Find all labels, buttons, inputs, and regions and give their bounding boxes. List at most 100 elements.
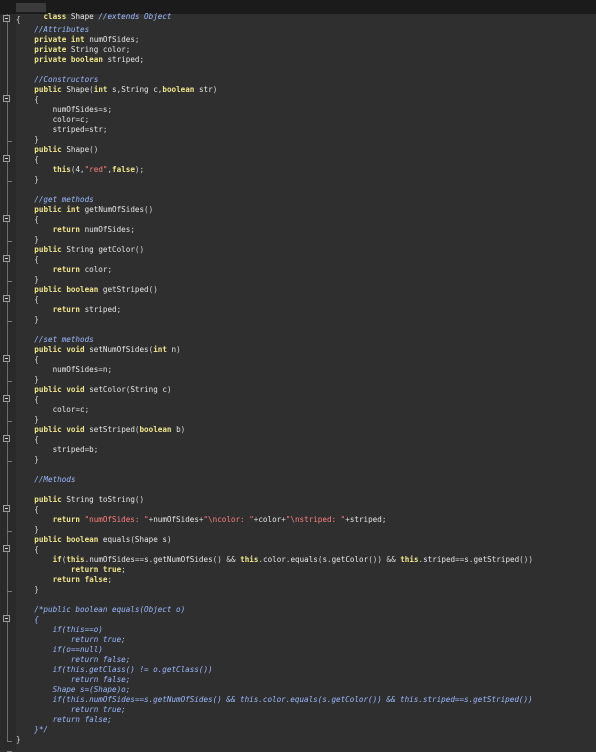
fold-end-marker — [7, 531, 12, 532]
code-line[interactable]: public void setStriped(boolean b) — [16, 425, 596, 435]
code-line[interactable]: striped=str; — [16, 125, 596, 135]
code-line[interactable]: public boolean getStriped() — [16, 285, 596, 295]
fold-end-marker — [7, 141, 12, 142]
code-line[interactable]: { — [16, 435, 596, 445]
code-editor[interactable]: class Shape //extends Object { //Attribu… — [0, 0, 596, 752]
fold-minus-icon[interactable] — [3, 545, 10, 552]
code-line[interactable]: public String getColor() — [16, 245, 596, 255]
editor-top-line: class Shape //extends Object — [0, 0, 596, 21]
fold-minus-icon[interactable] — [3, 155, 10, 162]
code-line[interactable]: }*/ — [16, 725, 596, 735]
code-line[interactable]: if(this==o) — [16, 625, 596, 635]
code-line[interactable]: { — [16, 295, 596, 305]
fold-end-marker — [7, 241, 12, 242]
code-line[interactable]: { — [16, 505, 596, 515]
fold-minus-icon[interactable] — [3, 435, 10, 442]
fold-guide-line — [7, 14, 8, 742]
code-line[interactable]: } — [16, 315, 596, 325]
code-line[interactable]: return true; — [16, 565, 596, 575]
code-line[interactable]: return "numOfSides: "+numOfSides+"\ncolo… — [16, 515, 596, 525]
code-line[interactable]: public Shape(int s,String c,boolean str) — [16, 85, 596, 95]
code-line[interactable]: if(this.getClass() != o.getClass()) — [16, 665, 596, 675]
code-line[interactable]: { — [16, 215, 596, 225]
code-line[interactable] — [16, 465, 596, 475]
code-line[interactable] — [16, 595, 596, 605]
fold-minus-icon[interactable] — [3, 95, 10, 102]
code-line[interactable]: } — [16, 275, 596, 285]
code-line[interactable]: public void setNumOfSides(int n) — [16, 345, 596, 355]
fold-minus-icon[interactable] — [3, 295, 10, 302]
code-line[interactable]: //Methods — [16, 475, 596, 485]
fold-minus-icon[interactable] — [3, 215, 10, 222]
fold-minus-icon[interactable] — [3, 255, 10, 262]
code-line[interactable]: return true; — [16, 635, 596, 645]
code-line[interactable]: { — [16, 95, 596, 105]
code-content[interactable]: { //Attributes private int numOfSides; p… — [16, 13, 596, 750]
code-line[interactable]: if(this.numOfSides==s.getNumOfSides() &&… — [16, 695, 596, 705]
code-line[interactable] — [16, 65, 596, 75]
fold-end-marker — [7, 381, 12, 382]
code-line[interactable]: } — [16, 235, 596, 245]
code-line[interactable]: return color; — [16, 265, 596, 275]
code-line[interactable] — [16, 325, 596, 335]
code-line[interactable] — [16, 485, 596, 495]
code-line[interactable]: color=c; — [16, 115, 596, 125]
code-line[interactable]: } — [16, 735, 596, 745]
fold-minus-icon[interactable] — [3, 505, 10, 512]
fold-end-marker — [7, 421, 12, 422]
code-line[interactable]: //Constructors — [16, 75, 596, 85]
fold-minus-icon[interactable] — [3, 395, 10, 402]
code-line[interactable]: if(o==null) — [16, 645, 596, 655]
code-line[interactable]: private boolean striped; — [16, 55, 596, 65]
code-line[interactable]: private int numOfSides; — [16, 35, 596, 45]
fold-end-marker — [7, 281, 12, 282]
code-line[interactable]: return striped; — [16, 305, 596, 315]
code-line[interactable]: /*public boolean equals(Object o) — [16, 605, 596, 615]
fold-end-marker — [7, 321, 12, 322]
code-line[interactable]: { — [16, 155, 596, 165]
code-line[interactable]: } — [16, 415, 596, 425]
code-line[interactable]: public String toString() — [16, 495, 596, 505]
fold-minus-icon[interactable] — [3, 615, 10, 622]
code-line[interactable]: { — [16, 15, 596, 25]
code-line[interactable]: return false; — [16, 655, 596, 665]
fold-end-marker — [7, 741, 12, 742]
code-line[interactable]: //Attributes — [16, 25, 596, 35]
code-line[interactable]: if(this.numOfSides==s.getNumOfSides() &&… — [16, 555, 596, 565]
code-line[interactable]: } — [16, 375, 596, 385]
code-line[interactable]: { — [16, 255, 596, 265]
fold-minus-icon[interactable] — [3, 15, 10, 22]
code-line[interactable]: //get methods — [16, 195, 596, 205]
code-line[interactable]: this(4,"red",false); — [16, 165, 596, 175]
code-line[interactable]: } — [16, 585, 596, 595]
code-line[interactable]: striped=b; — [16, 445, 596, 455]
code-line[interactable]: public int getNumOfSides() — [16, 205, 596, 215]
code-line[interactable]: return true; — [16, 705, 596, 715]
fold-end-marker — [7, 591, 12, 592]
code-line[interactable]: numOfSides=s; — [16, 105, 596, 115]
code-line[interactable]: numOfSides=n; — [16, 365, 596, 375]
fold-end-marker — [7, 181, 12, 182]
code-line[interactable]: } — [16, 525, 596, 535]
code-line[interactable]: //set methods — [16, 335, 596, 345]
code-line[interactable]: Shape s=(Shape)o; — [16, 685, 596, 695]
code-line[interactable]: { — [16, 615, 596, 625]
fold-minus-icon[interactable] — [3, 355, 10, 362]
code-line[interactable]: return numOfSides; — [16, 225, 596, 235]
code-line[interactable]: { — [16, 545, 596, 555]
code-line[interactable]: public void setColor(String c) — [16, 385, 596, 395]
code-line[interactable]: } — [16, 175, 596, 185]
code-line[interactable]: public boolean equals(Shape s) — [16, 535, 596, 545]
code-line[interactable]: public Shape() — [16, 145, 596, 155]
code-line[interactable]: private String color; — [16, 45, 596, 55]
code-line[interactable]: } — [16, 135, 596, 145]
code-line[interactable]: } — [16, 455, 596, 465]
code-line[interactable]: { — [16, 395, 596, 405]
code-line[interactable] — [16, 185, 596, 195]
code-line[interactable]: return false; — [16, 715, 596, 725]
code-line[interactable]: color=c; — [16, 405, 596, 415]
code-line[interactable]: return false; — [16, 675, 596, 685]
code-line[interactable]: { — [16, 355, 596, 365]
line-gutter[interactable] — [0, 14, 16, 750]
code-line[interactable]: return false; — [16, 575, 596, 585]
